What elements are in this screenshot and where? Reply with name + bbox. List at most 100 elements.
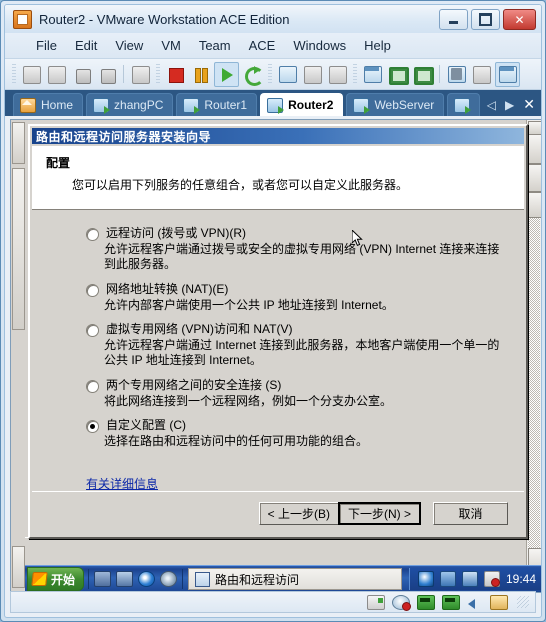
scroll-thumb-a[interactable] <box>528 134 541 164</box>
revert-snapshot-icon[interactable] <box>301 63 324 86</box>
tab-next-icon[interactable]: ▶ <box>505 98 514 112</box>
network-adapter-2-icon[interactable] <box>442 594 460 610</box>
menu-edit[interactable]: Edit <box>66 36 106 55</box>
show-desktop-icon[interactable] <box>94 571 112 587</box>
settings-icon[interactable] <box>445 63 468 86</box>
internet-explorer-icon[interactable] <box>138 571 156 587</box>
toolbar-separator-2 <box>439 65 440 83</box>
more-information-link[interactable]: 有关详细信息 <box>86 475 158 492</box>
radio-custom-configuration[interactable] <box>86 420 99 434</box>
manage-snapshots-icon[interactable] <box>326 63 349 86</box>
window-controls: ✕ <box>439 9 536 30</box>
menu-team[interactable]: Team <box>190 36 240 55</box>
option-remote-access[interactable]: 远程访问 (拨号或 VPN)(R) 允许远程客户端通过拨号或安全的虚拟专用网络 … <box>86 226 506 273</box>
menu-ace[interactable]: ACE <box>240 36 285 55</box>
power-off-team-icon[interactable] <box>45 63 68 86</box>
tab-webserver-label: WebServer <box>374 98 435 112</box>
quick-switch-icon[interactable] <box>411 63 434 86</box>
take-snapshot-icon[interactable] <box>276 63 299 86</box>
system-tray: 19:44 <box>408 568 541 590</box>
toolbar-grip-4[interactable] <box>353 64 357 84</box>
add-device-icon[interactable] <box>95 63 118 86</box>
option-secure-connection[interactable]: 两个专用网络之间的安全连接 (S) 将此网络连接到一个远程网络，例如一个分支办公… <box>86 378 506 409</box>
stop-icon[interactable] <box>164 63 187 86</box>
menu-windows[interactable]: Windows <box>284 36 355 55</box>
radio-secure-connection[interactable] <box>86 379 99 393</box>
option-remote-access-desc: 允许远程客户端通过拨号或安全的虚拟专用网络 (VPN) Internet 连接来… <box>104 242 500 272</box>
cancel-button[interactable]: 取消 <box>433 502 508 525</box>
tab-overflow[interactable] <box>447 93 481 116</box>
console-vertical-scrollbar[interactable] <box>11 120 26 592</box>
resize-grip[interactable] <box>517 596 529 608</box>
tab-home[interactable]: Home <box>13 93 84 116</box>
option-nat[interactable]: 网络地址转换 (NAT)(E) 允许内部客户端使用一个公共 IP 地址连接到 I… <box>86 282 506 313</box>
option-vpn-and-nat[interactable]: 虚拟专用网络 (VPN)访问和 NAT(V) 允许远程客户端通过 Interne… <box>86 322 506 369</box>
back-button[interactable]: < 上一步(B) <box>258 502 339 525</box>
scroll-thumb-mid[interactable] <box>12 168 25 330</box>
menu-vm[interactable]: VM <box>152 36 190 55</box>
next-button[interactable]: 下一步(N) > <box>337 502 421 525</box>
menu-file[interactable]: File <box>27 36 66 55</box>
radio-remote-access[interactable] <box>86 228 99 241</box>
scroll-thumb-top[interactable] <box>12 122 25 164</box>
floppy-icon[interactable] <box>367 594 385 610</box>
toolbar-grip-2[interactable] <box>156 64 160 84</box>
maximize-button[interactable] <box>471 9 500 30</box>
console-view-icon[interactable] <box>495 61 520 87</box>
tab-zhangpc[interactable]: zhangPC <box>86 93 174 116</box>
display-icon[interactable] <box>116 571 134 587</box>
guest-taskbar: 开始 路由和远程访问 19:44 <box>25 565 541 592</box>
tab-router1[interactable]: Router1 <box>176 93 258 116</box>
cdrom-icon[interactable] <box>392 594 411 611</box>
dialog-heading: 配置 <box>46 156 71 170</box>
network-connections-icon[interactable] <box>461 571 478 587</box>
tray-clock[interactable]: 19:44 <box>506 572 536 586</box>
toolbar-grip[interactable] <box>12 64 16 84</box>
menu-bar: File Edit View VM Team ACE Windows Help <box>5 33 541 59</box>
volume-muted-icon[interactable] <box>483 571 500 587</box>
tab-router2[interactable]: Router2 <box>260 93 344 116</box>
taskbar-item-rras[interactable]: 路由和远程访问 <box>188 568 403 590</box>
dialog-title: 路由和远程访问服务器安装向导 <box>32 128 524 144</box>
snapshot-manager-icon[interactable] <box>129 63 152 86</box>
usb-icon[interactable] <box>490 594 508 610</box>
radio-nat[interactable] <box>86 283 99 297</box>
scroll-up-button[interactable] <box>528 121 541 135</box>
tab-prev-icon[interactable]: ◁ <box>487 98 496 112</box>
fullscreen-icon[interactable] <box>386 63 409 86</box>
scroll-thumb-b[interactable] <box>528 164 541 192</box>
vm-console-screen[interactable]: 路由和远程访问服务器安装向导 配置 您可以启用下列服务的任意组合，或者您可以自定… <box>10 119 541 593</box>
pause-icon[interactable] <box>189 63 212 86</box>
sound-icon[interactable] <box>467 596 483 609</box>
dialog-vertical-scrollbar[interactable] <box>526 120 541 592</box>
menu-help[interactable]: Help <box>355 36 400 55</box>
reset-icon[interactable] <box>241 63 264 86</box>
browser-icon[interactable] <box>160 571 178 587</box>
play-icon[interactable] <box>214 61 239 87</box>
scroll-track[interactable] <box>528 218 540 548</box>
add-vm-icon[interactable] <box>70 63 93 86</box>
option-custom-configuration[interactable]: 自定义配置 (C) 选择在路由和远程访问中的任何可用功能的组合。 <box>86 418 506 449</box>
menu-view[interactable]: View <box>106 36 152 55</box>
window-title: Router2 - VMware Workstation ACE Edition <box>39 11 290 27</box>
tab-close-icon[interactable]: ✕ <box>523 96 535 113</box>
network-icon[interactable] <box>439 571 456 587</box>
scroll-thumb-c[interactable] <box>528 192 541 218</box>
show-sidebar-icon[interactable] <box>361 63 384 86</box>
tab-webserver[interactable]: WebServer <box>346 93 445 116</box>
radio-vpn-and-nat[interactable] <box>86 324 99 338</box>
windows-flag-icon <box>31 572 48 586</box>
vmware-status-bar <box>10 591 536 613</box>
scroll-thumb-bottom[interactable] <box>12 546 25 588</box>
toolbar-grip-3[interactable] <box>268 64 272 84</box>
network-adapter-1-icon[interactable] <box>417 594 435 610</box>
minimize-button[interactable] <box>439 9 468 30</box>
vmware-icon <box>13 9 32 29</box>
tab-zhangpc-label: zhangPC <box>114 98 164 112</box>
power-on-team-icon[interactable] <box>20 63 43 86</box>
close-button[interactable]: ✕ <box>503 9 536 30</box>
summary-icon[interactable] <box>470 63 493 86</box>
vmware-tools-icon[interactable] <box>417 571 434 587</box>
start-button[interactable]: 开始 <box>27 567 85 591</box>
vm-icon <box>267 97 285 114</box>
